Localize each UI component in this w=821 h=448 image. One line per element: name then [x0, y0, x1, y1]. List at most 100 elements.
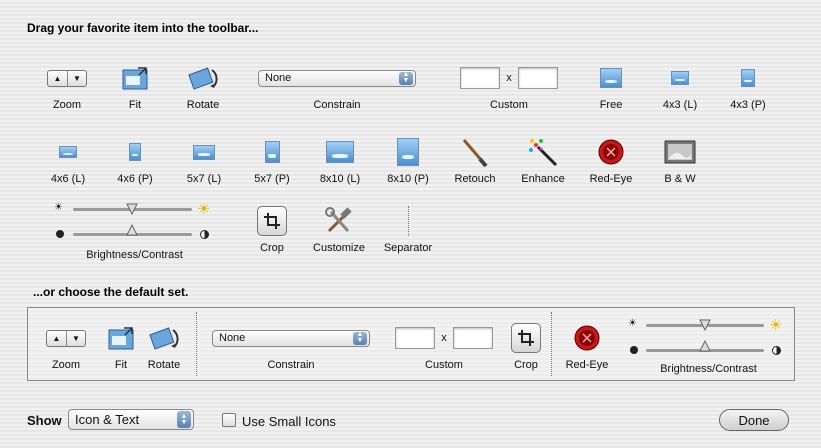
default-zoom-label: Zoom — [51, 359, 81, 371]
fit-icon — [122, 67, 148, 90]
default-set-panel[interactable]: ▲ ▼ Zoom Fit Rotate None ▲ ▼ Constrain x… — [27, 307, 795, 381]
drag-heading: Drag your favorite item into the toolbar… — [27, 21, 259, 35]
palette-8x10-l[interactable]: 8x10 (L) — [313, 137, 367, 185]
default-fit: Fit — [102, 323, 140, 371]
default-brightness-thumb — [699, 319, 711, 332]
palette-rotate[interactable]: Rotate — [181, 63, 225, 111]
bw-icon — [664, 140, 696, 164]
photo-5x7-p-icon — [264, 141, 280, 163]
use-small-icons-checkbox[interactable] — [222, 413, 236, 427]
sun-small-icon: ☀ — [54, 202, 63, 213]
palette-fit-label: Fit — [128, 99, 142, 111]
palette-5x7-p[interactable]: 5x7 (P) — [248, 137, 296, 185]
default-rotate-label: Rotate — [147, 359, 181, 371]
photo-8x10-l-icon — [326, 141, 354, 163]
crop-icon — [511, 323, 541, 353]
palette-4x6-l[interactable]: 4x6 (L) — [44, 137, 92, 185]
palette-rotate-label: Rotate — [186, 99, 220, 111]
palette-bw[interactable]: B & W — [656, 137, 704, 185]
palette-retouch[interactable]: Retouch — [451, 137, 499, 185]
palette-5x7-p-label: 5x7 (P) — [254, 173, 290, 185]
palette-4x6-l-label: 4x6 (L) — [50, 173, 86, 185]
constrain-popup[interactable]: None ▲ ▼ — [258, 69, 416, 87]
palette-zoom[interactable]: ▲ ▼ Zoom — [41, 63, 93, 111]
photo-5x7-l-icon — [193, 144, 215, 160]
palette-red-eye-label: Red-Eye — [589, 173, 633, 185]
photo-4x3-p-icon — [741, 69, 755, 87]
brightness-thumb[interactable] — [126, 203, 138, 217]
show-popup[interactable]: Icon & Text ▲ ▼ — [68, 409, 194, 430]
palette-enhance[interactable]: Enhance — [517, 137, 569, 185]
photo-8x10-p-icon — [397, 138, 419, 166]
default-constrain-label: Constrain — [267, 359, 315, 371]
separator-line-icon — [407, 206, 409, 236]
palette-4x6-p-label: 4x6 (P) — [117, 173, 153, 185]
palette-4x3-p-label: 4x3 (P) — [730, 99, 766, 111]
redeye-icon — [598, 139, 624, 165]
default-red-eye: Red-Eye — [562, 323, 612, 371]
fit-icon — [108, 327, 134, 350]
default-custom-width-field — [395, 327, 436, 349]
done-button[interactable]: Done — [719, 409, 789, 431]
palette-brightness-contrast[interactable]: ☀ ☀ Brightness/Contrast — [52, 200, 217, 262]
palette-8x10-l-label: 8x10 (L) — [319, 173, 361, 185]
default-red-eye-label: Red-Eye — [565, 359, 609, 371]
palette-red-eye[interactable]: Red-Eye — [586, 137, 636, 185]
palette-constrain[interactable]: None ▲ ▼ Constrain — [258, 63, 416, 111]
popup-arrows-icon: ▲ ▼ — [399, 71, 413, 85]
redeye-icon — [574, 325, 600, 351]
customize-tools-icon — [325, 207, 352, 233]
palette-5x7-l[interactable]: 5x7 (L) — [180, 137, 228, 185]
palette-4x3-p[interactable]: 4x3 (P) — [724, 63, 772, 111]
palette-4x3-l[interactable]: 4x3 (L) — [656, 63, 704, 111]
palette-fit[interactable]: Fit — [113, 63, 157, 111]
default-custom-height-field — [452, 327, 493, 349]
palette-8x10-p-label: 8x10 (P) — [387, 173, 429, 185]
palette-customize-label: Customize — [313, 242, 365, 254]
sun-large-icon: ☀ — [769, 317, 783, 334]
palette-bw-label: B & W — [664, 173, 696, 185]
enhance-wand-icon — [529, 139, 558, 167]
show-label: Show — [27, 413, 62, 428]
palette-crop-label: Crop — [260, 242, 284, 254]
default-separator-1 — [196, 312, 197, 376]
default-custom-label: Custom — [425, 359, 463, 371]
palette-free-label: Free — [599, 99, 623, 111]
custom-width-field[interactable] — [460, 67, 501, 89]
palette-zoom-label: Zoom — [52, 99, 82, 111]
default-custom-x-label: x — [441, 332, 447, 344]
show-value: Icon & Text — [75, 412, 140, 427]
palette-separator[interactable]: Separator — [378, 206, 438, 254]
constrain-value: None — [265, 72, 292, 84]
popup-arrows-icon: ▲ ▼ — [177, 411, 191, 428]
palette-4x3-l-label: 4x3 (L) — [662, 99, 698, 111]
default-brightness-label: Brightness/Contrast — [660, 363, 757, 375]
palette-custom[interactable]: x Custom — [459, 63, 559, 111]
sun-small-icon: ☀ — [628, 318, 637, 329]
contrast-thumb[interactable] — [126, 222, 138, 236]
palette-crop[interactable]: Crop — [252, 206, 292, 254]
default-constrain-value: None — [219, 332, 246, 344]
photo-4x3-l-icon — [671, 71, 689, 85]
use-small-icons-label[interactable]: Use Small Icons — [242, 414, 336, 429]
palette-8x10-p[interactable]: 8x10 (P) — [381, 137, 435, 185]
default-constrain-popup: None ▲ ▼ — [212, 329, 370, 347]
rotate-icon — [149, 327, 179, 350]
custom-height-field[interactable] — [517, 67, 558, 89]
palette-4x6-p[interactable]: 4x6 (P) — [111, 137, 159, 185]
photo-4x6-p-icon — [129, 143, 141, 161]
zoom-segment-icon: ▲ ▼ — [46, 329, 86, 347]
default-crop-label: Crop — [514, 359, 538, 371]
default-crop: Crop — [508, 323, 544, 371]
default-separator-2 — [551, 312, 552, 376]
crop-icon — [257, 206, 287, 236]
default-constrain: None ▲ ▼ Constrain — [212, 323, 370, 371]
sun-large-icon: ☀ — [197, 201, 211, 218]
palette-brightness-label: Brightness/Contrast — [86, 249, 183, 261]
palette-separator-label: Separator — [383, 242, 433, 254]
palette-free[interactable]: Free — [594, 63, 628, 111]
photo-4x6-l-icon — [59, 146, 77, 158]
palette-customize[interactable]: Customize — [308, 206, 370, 254]
palette-constrain-label: Constrain — [313, 99, 361, 111]
default-zoom: ▲ ▼ Zoom — [40, 323, 92, 371]
